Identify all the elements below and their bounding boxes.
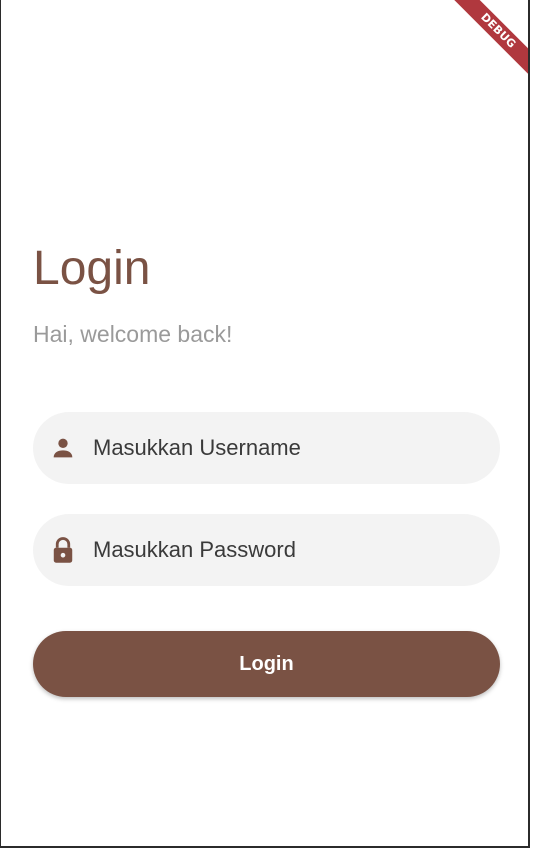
password-field[interactable] bbox=[33, 514, 500, 586]
lock-icon bbox=[49, 536, 77, 564]
person-icon bbox=[49, 434, 77, 462]
username-field[interactable] bbox=[33, 412, 500, 484]
app-window: DEBUG Login Hai, welcome back! Login bbox=[0, 0, 530, 848]
debug-banner-label: DEBUG bbox=[449, 0, 528, 80]
login-button[interactable]: Login bbox=[33, 631, 500, 697]
debug-banner: DEBUG bbox=[438, 0, 528, 90]
username-input[interactable] bbox=[93, 435, 473, 461]
page-subtitle: Hai, welcome back! bbox=[33, 321, 233, 347]
page-title: Login bbox=[33, 242, 151, 295]
password-input[interactable] bbox=[93, 537, 473, 563]
